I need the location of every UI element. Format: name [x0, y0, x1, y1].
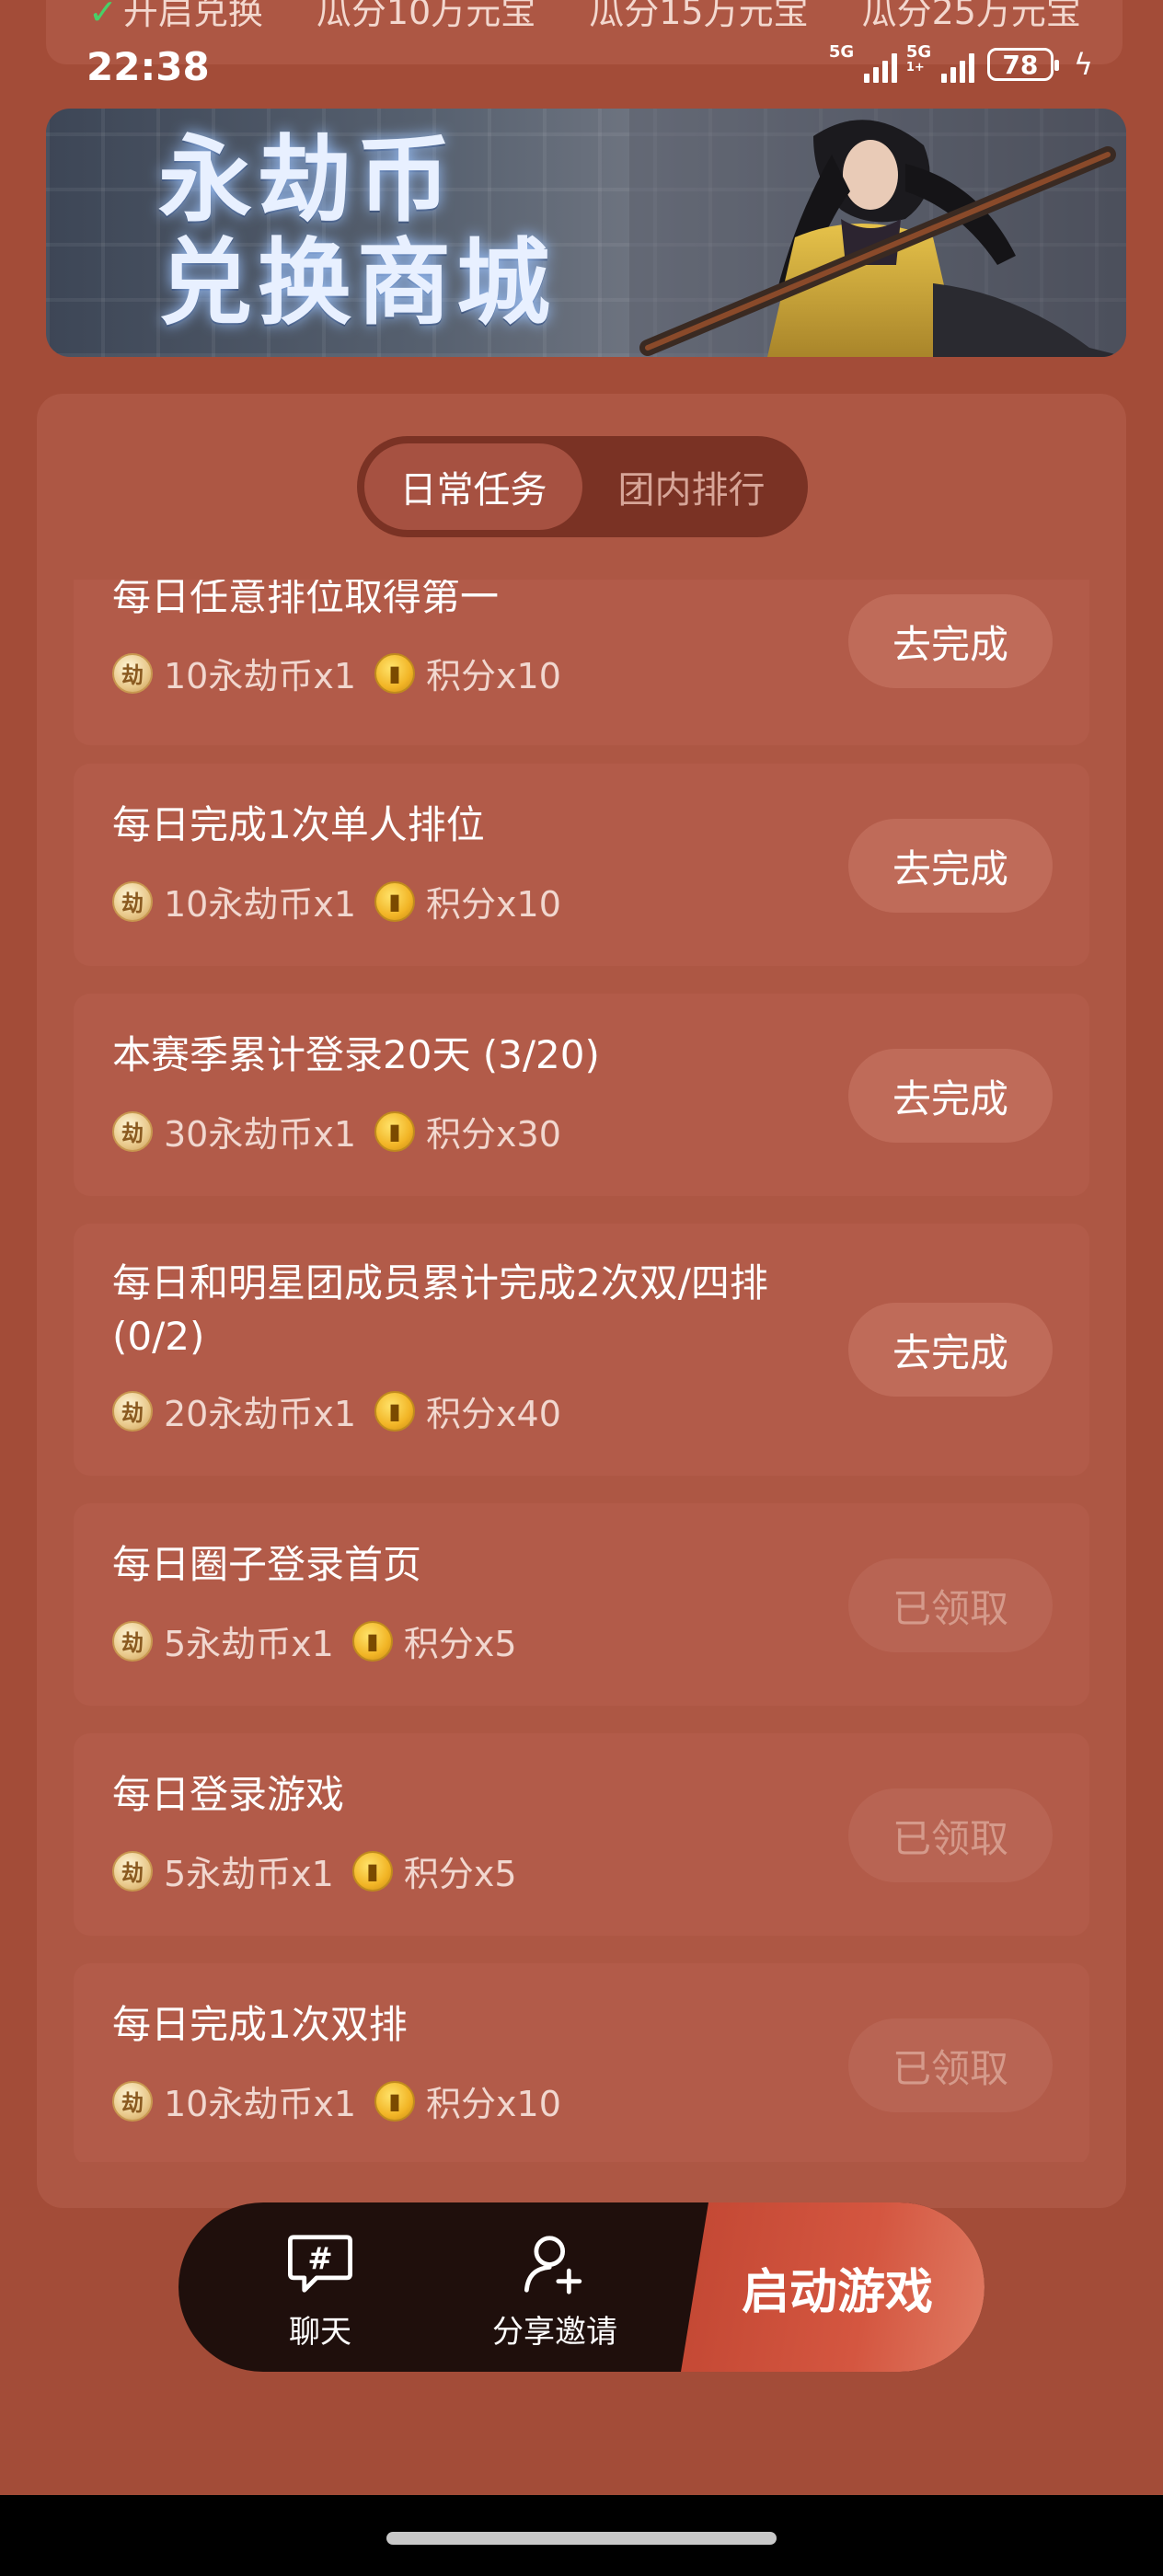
task-rewards: 劫 10永劫币x1 ▮ 积分x10	[112, 876, 561, 926]
chat-button[interactable]: # 聊天	[237, 2232, 403, 2352]
ribbon-item-open: ✓ 开启兑换	[88, 0, 263, 34]
jie-coin-icon: 劫	[112, 1110, 153, 1152]
launch-game-button[interactable]: 启动游戏	[681, 2202, 985, 2372]
points-icon: ▮	[351, 1850, 393, 1892]
points-icon: ▮	[374, 1390, 416, 1432]
jie-coin-icon: 劫	[112, 1850, 153, 1892]
check-icon: ✓	[88, 0, 118, 32]
status-time: 22:38	[86, 44, 210, 89]
ribbon-item-10w: 瓜分10万元宝	[316, 0, 536, 32]
task-title: 每日和明星团成员累计完成2次双/四排 (0/2)	[112, 1260, 768, 1359]
task-item: 本赛季累计登录20天 (3/20) 劫 30永劫币x1 ▮ 积分x30 去完成	[74, 994, 1089, 1196]
charging-bolt-icon: ϟ	[1073, 47, 1093, 82]
task-rewards: 劫 10永劫币x1 ▮ 积分x10	[112, 648, 561, 698]
task-item: 每日完成1次单人排位 劫 10永劫币x1 ▮ 积分x10 去完成	[74, 764, 1089, 966]
jie-coin-icon: 劫	[112, 2080, 153, 2122]
bottom-dock: # 聊天 分享邀请 启动游戏	[178, 2202, 985, 2372]
go-complete-button[interactable]: 去完成	[848, 1049, 1053, 1143]
go-complete-button[interactable]: 去完成	[848, 819, 1053, 913]
signal-icon-1: 5G	[829, 42, 897, 83]
task-list[interactable]: 每日任意排位取得第一 劫 10永劫币x1 ▮ 积分x10 去完成 每日完成1次单人排…	[74, 580, 1089, 2162]
task-item: 每日圈子登录首页 劫 5永劫币x1 ▮ 积分x5 已领取	[74, 1503, 1089, 1706]
jie-coin-icon: 劫	[112, 652, 153, 694]
claimed-button[interactable]: 已领取	[848, 1788, 1053, 1882]
status-icons: 5G 5G 1+ 78 ϟ	[829, 42, 1093, 83]
task-rewards: 劫 10永劫币x1 ▮ 积分x10	[112, 2076, 561, 2126]
go-complete-button[interactable]: 去完成	[848, 1303, 1053, 1397]
ribbon-item-15w: 瓜分15万元宝	[589, 0, 809, 32]
claimed-button[interactable]: 已领取	[848, 2018, 1053, 2112]
points-icon: ▮	[374, 880, 416, 922]
task-item: 每日任意排位取得第一 劫 10永劫币x1 ▮ 积分x10 去完成	[74, 580, 1089, 745]
task-title: 每日完成1次单人排位	[112, 802, 485, 847]
task-panel: 日常任务 团内排行 每日任意排位取得第一 劫 10永劫币x1 ▮ 积分x10 去完成…	[37, 394, 1126, 2208]
task-tabs: 日常任务 团内排行	[357, 436, 808, 537]
share-invite-button[interactable]: 分享邀请	[467, 2232, 642, 2352]
task-rewards: 劫 20永劫币x1 ▮ 积分x40	[112, 1386, 561, 1436]
tab-daily-tasks[interactable]: 日常任务	[364, 443, 582, 530]
task-rewards: 劫 5永劫币x1 ▮ 积分x5	[112, 1846, 517, 1896]
points-icon: ▮	[374, 2080, 416, 2122]
go-complete-button[interactable]: 去完成	[848, 594, 1053, 688]
tab-group-ranking[interactable]: 团内排行	[582, 443, 800, 530]
banner-title: 永劫币 兑换商城	[158, 125, 556, 339]
claimed-button[interactable]: 已领取	[848, 1558, 1053, 1652]
status-bar: 22:38 5G 5G 1+ 78 ϟ	[0, 37, 1163, 101]
jie-coin-icon: 劫	[112, 1620, 153, 1662]
task-title: 每日任意排位取得第一	[112, 580, 500, 619]
points-icon: ▮	[351, 1620, 393, 1662]
jie-coin-icon: 劫	[112, 1390, 153, 1432]
task-rewards: 劫 30永劫币x1 ▮ 积分x30	[112, 1106, 561, 1156]
task-item: 每日完成1次双排 劫 10永劫币x1 ▮ 积分x10 已领取	[74, 1963, 1089, 2162]
points-icon: ▮	[374, 1110, 416, 1152]
signal-icon-2: 5G 1+	[906, 42, 974, 83]
task-item: 每日和明星团成员累计完成2次双/四排 (0/2) 劫 20永劫币x1 ▮ 积分x40…	[74, 1224, 1089, 1476]
svg-text:#: #	[307, 2241, 332, 2276]
system-nav-bar	[0, 2495, 1163, 2576]
home-indicator[interactable]	[386, 2532, 777, 2545]
chat-icon: #	[288, 2235, 352, 2293]
task-item: 每日登录游戏 劫 5永劫币x1 ▮ 积分x5 已领取	[74, 1733, 1089, 1936]
task-rewards: 劫 5永劫币x1 ▮ 积分x5	[112, 1616, 517, 1666]
task-title: 每日完成1次双排	[112, 2002, 408, 2047]
task-title: 每日圈子登录首页	[112, 1542, 422, 1587]
battery-icon: 78	[986, 48, 1059, 81]
task-title: 每日登录游戏	[112, 1772, 345, 1817]
points-icon: ▮	[374, 652, 416, 694]
jie-coin-icon: 劫	[112, 880, 153, 922]
add-user-icon	[524, 2236, 582, 2294]
exchange-mall-banner[interactable]: 永劫币 兑换商城	[46, 109, 1126, 357]
ribbon-item-25w: 瓜分25万元宝	[861, 0, 1081, 32]
task-title: 本赛季累计登录20天 (3/20)	[112, 1032, 600, 1077]
